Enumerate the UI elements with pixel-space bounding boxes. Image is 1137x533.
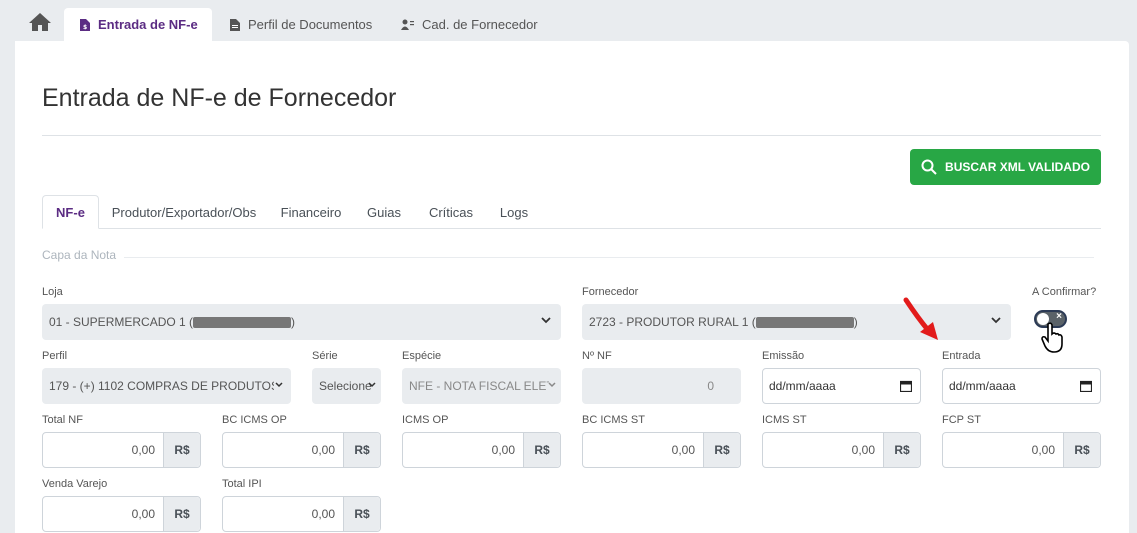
pointer-hand-icon bbox=[1041, 322, 1063, 353]
total-ipi-input[interactable]: 0,00 R$ bbox=[222, 496, 381, 532]
search-icon bbox=[921, 159, 937, 175]
fornecedor-value: 2723 - PRODUTOR RURAL 1 ( bbox=[589, 315, 756, 329]
redacted-block bbox=[193, 316, 292, 328]
serie-select[interactable]: Selecione bbox=[312, 368, 381, 404]
perfil-select[interactable]: 179 - (+) 1102 COMPRAS DE PRODUTOS bbox=[42, 368, 291, 404]
currency-addon: R$ bbox=[343, 497, 380, 531]
close-icon: × bbox=[1056, 311, 1062, 322]
fornecedor-suffix: ) bbox=[853, 315, 858, 329]
top-tab-label: Perfil de Documentos bbox=[248, 17, 373, 32]
especie-value: NFE - NOTA FISCAL ELETR bbox=[409, 379, 549, 393]
top-tab-cad-fornecedor[interactable]: Cad. de Fornecedor bbox=[401, 8, 561, 41]
document-icon bbox=[230, 18, 240, 31]
divider bbox=[42, 135, 1101, 136]
tab-produtor[interactable]: Produtor/Exportador/Obs bbox=[105, 195, 263, 229]
tab-logs[interactable]: Logs bbox=[494, 195, 534, 229]
icms-op-input[interactable]: 0,00 R$ bbox=[402, 432, 561, 468]
icms-st-label: ICMS ST bbox=[762, 414, 807, 426]
nnf-label: Nº NF bbox=[582, 350, 612, 362]
red-arrow-icon bbox=[903, 297, 938, 340]
currency-addon: R$ bbox=[523, 433, 560, 467]
fornecedor-select[interactable]: 2723 - PRODUTOR RURAL 1 () bbox=[582, 304, 1011, 340]
section-legend: Capa da Nota bbox=[42, 248, 117, 262]
fcp-st-label: FCP ST bbox=[942, 414, 981, 426]
bc-icms-st-input[interactable]: 0,00 R$ bbox=[582, 432, 741, 468]
svg-text:$: $ bbox=[83, 24, 87, 31]
page-title: Entrada de NF-e de Fornecedor bbox=[42, 84, 397, 112]
home-icon[interactable] bbox=[28, 12, 52, 32]
perfil-value: 179 - (+) 1102 COMPRAS DE PRODUTOS bbox=[49, 379, 274, 393]
venda-varejo-input[interactable]: 0,00 R$ bbox=[42, 496, 201, 532]
bc-icms-op-label: BC ICMS OP bbox=[222, 414, 287, 426]
top-tab-bar: $ Entrada de NF-e Perfil de Documentos C… bbox=[0, 0, 1137, 41]
emissao-value: dd/mm/aaaa bbox=[769, 379, 836, 393]
icms-op-label: ICMS OP bbox=[402, 414, 449, 426]
entrada-date-input[interactable]: dd/mm/aaaa bbox=[942, 368, 1101, 404]
search-xml-label: BUSCAR XML VALIDADO bbox=[945, 160, 1090, 174]
total-ipi-value: 0,00 bbox=[311, 507, 335, 521]
chevron-down-icon bbox=[548, 382, 556, 388]
calendar-icon[interactable] bbox=[900, 380, 912, 392]
emissao-label: Emissão bbox=[762, 350, 805, 362]
bc-icms-op-value: 0,00 bbox=[311, 443, 335, 457]
currency-addon: R$ bbox=[1063, 433, 1100, 467]
total-nf-input[interactable]: 0,00 R$ bbox=[42, 432, 201, 468]
perfil-label: Perfil bbox=[42, 350, 68, 362]
nnf-input[interactable]: 0 bbox=[582, 368, 741, 404]
currency-addon: R$ bbox=[883, 433, 920, 467]
search-xml-button[interactable]: BUSCAR XML VALIDADO bbox=[910, 149, 1101, 185]
tab-nfe[interactable]: NF-e bbox=[42, 195, 99, 229]
invoice-icon: $ bbox=[80, 18, 90, 31]
total-nf-value: 0,00 bbox=[131, 443, 155, 457]
bc-icms-st-label: BC ICMS ST bbox=[582, 414, 645, 426]
fcp-st-value: 0,00 bbox=[1031, 443, 1055, 457]
users-icon bbox=[401, 19, 414, 30]
fcp-st-input[interactable]: 0,00 R$ bbox=[942, 432, 1101, 468]
tab-criticas[interactable]: Críticas bbox=[422, 195, 480, 229]
tab-financeiro[interactable]: Financeiro bbox=[274, 195, 348, 229]
currency-addon: R$ bbox=[703, 433, 740, 467]
entrada-label: Entrada bbox=[942, 350, 981, 362]
especie-select[interactable]: NFE - NOTA FISCAL ELETR bbox=[402, 368, 561, 404]
bc-icms-st-value: 0,00 bbox=[671, 443, 695, 457]
redacted-block bbox=[755, 316, 854, 328]
venda-varejo-label: Venda Varejo bbox=[42, 478, 108, 490]
currency-addon: R$ bbox=[163, 433, 200, 467]
icms-st-value: 0,00 bbox=[851, 443, 875, 457]
total-nf-label: Total NF bbox=[42, 414, 83, 426]
emissao-date-input[interactable]: dd/mm/aaaa bbox=[762, 368, 921, 404]
section-divider bbox=[124, 257, 1094, 258]
serie-label: Série bbox=[312, 350, 338, 362]
currency-addon: R$ bbox=[343, 433, 380, 467]
confirmar-label: A Confirmar? bbox=[1032, 286, 1097, 298]
top-tab-entrada-nfe[interactable]: $ Entrada de NF-e bbox=[64, 8, 212, 41]
total-ipi-label: Total IPI bbox=[222, 478, 262, 490]
fornecedor-label: Fornecedor bbox=[582, 286, 639, 298]
loja-select[interactable]: 01 - SUPERMERCADO 1 () bbox=[42, 304, 561, 340]
chevron-down-icon bbox=[275, 382, 283, 388]
icms-st-input[interactable]: 0,00 R$ bbox=[762, 432, 921, 468]
top-tab-perfil-documentos[interactable]: Perfil de Documentos bbox=[230, 8, 380, 41]
top-tab-label: Entrada de NF-e bbox=[98, 17, 198, 32]
tab-guias[interactable]: Guias bbox=[361, 195, 407, 229]
bc-icms-op-input[interactable]: 0,00 R$ bbox=[222, 432, 381, 468]
top-tab-label: Cad. de Fornecedor bbox=[422, 17, 538, 32]
icms-op-value: 0,00 bbox=[491, 443, 515, 457]
venda-varejo-value: 0,00 bbox=[131, 507, 155, 521]
currency-addon: R$ bbox=[163, 497, 200, 531]
serie-value: Selecione bbox=[319, 379, 371, 393]
especie-label: Espécie bbox=[402, 350, 442, 362]
chevron-down-icon bbox=[991, 317, 1001, 324]
loja-label: Loja bbox=[42, 286, 63, 298]
loja-value: 01 - SUPERMERCADO 1 ( bbox=[49, 315, 194, 329]
chevron-down-icon bbox=[368, 382, 376, 388]
loja-suffix: ) bbox=[291, 315, 296, 329]
chevron-down-icon bbox=[541, 317, 551, 324]
calendar-icon[interactable] bbox=[1080, 380, 1092, 392]
entrada-value: dd/mm/aaaa bbox=[949, 379, 1016, 393]
